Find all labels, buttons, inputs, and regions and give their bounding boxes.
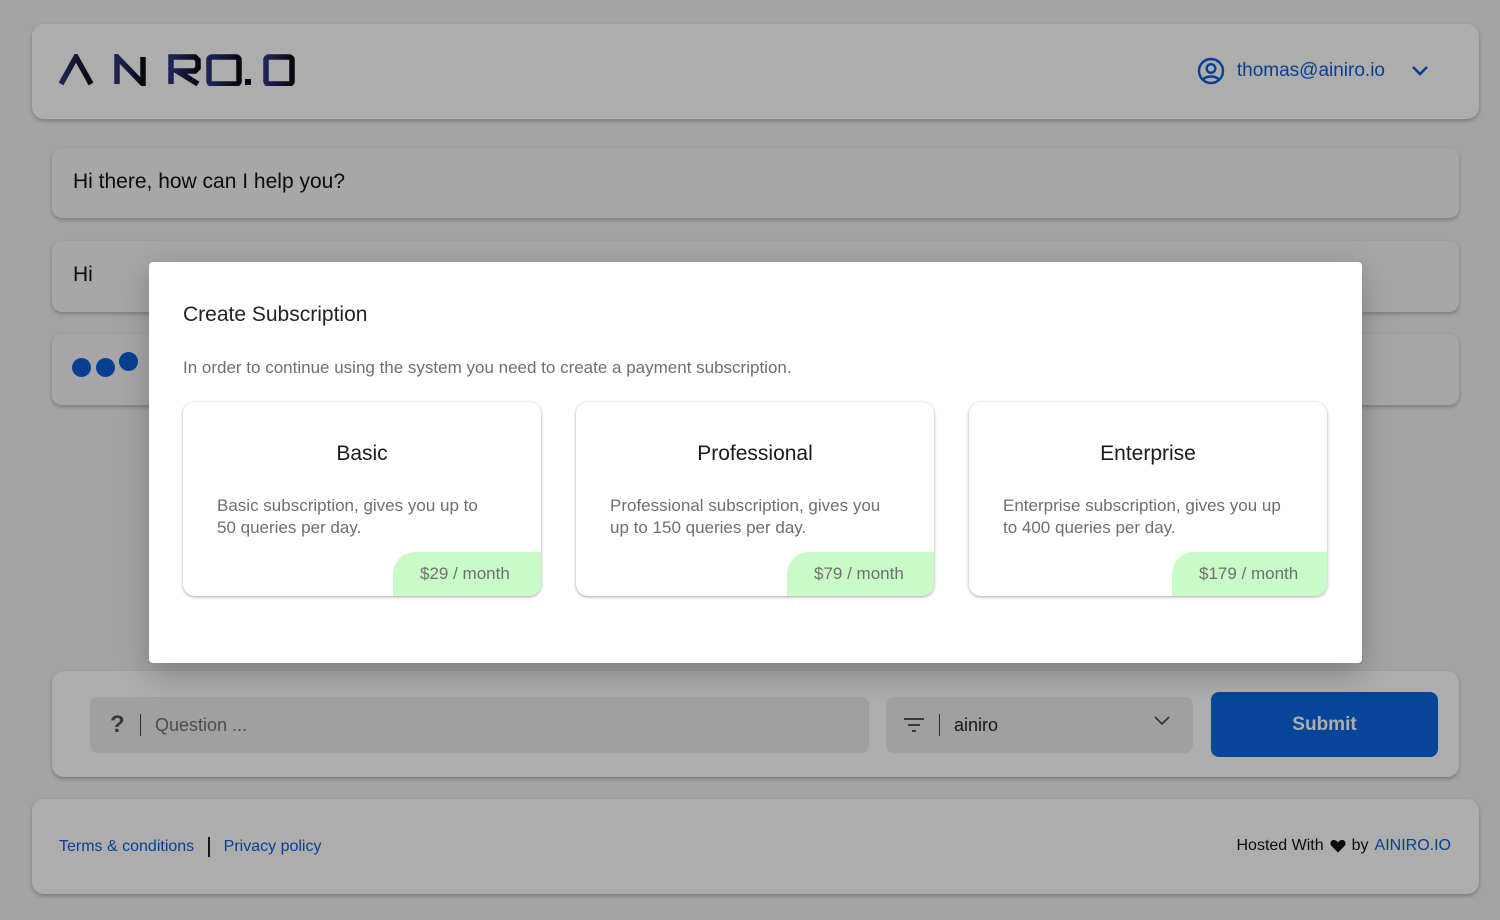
plan-name: Professional xyxy=(697,442,813,465)
plan-price: $79 / month xyxy=(787,552,934,596)
dialog-title: Create Subscription xyxy=(183,303,368,326)
plan-price: $29 / month xyxy=(393,552,541,596)
plan-name: Enterprise xyxy=(1100,442,1196,465)
plan-card-enterprise[interactable]: Enterprise Enterprise subscription, give… xyxy=(969,402,1327,596)
plan-description: Enterprise subscription, gives you up to… xyxy=(1003,496,1281,537)
plan-description: Professional subscription, gives you up … xyxy=(610,496,881,537)
create-subscription-dialog: Create Subscription In order to continue… xyxy=(149,262,1362,663)
plan-card-professional[interactable]: Professional Professional subscription, … xyxy=(576,402,934,596)
plan-name: Basic xyxy=(336,442,388,465)
dialog-description: In order to continue using the system yo… xyxy=(183,358,792,377)
plan-card-basic[interactable]: Basic Basic subscription, gives you up t… xyxy=(183,402,541,596)
page: thomas@ainiro.io Hi there, how can I hel… xyxy=(0,0,1500,920)
plan-description: Basic subscription, gives you up to 50 q… xyxy=(217,496,478,537)
plan-price: $179 / month xyxy=(1172,552,1327,596)
